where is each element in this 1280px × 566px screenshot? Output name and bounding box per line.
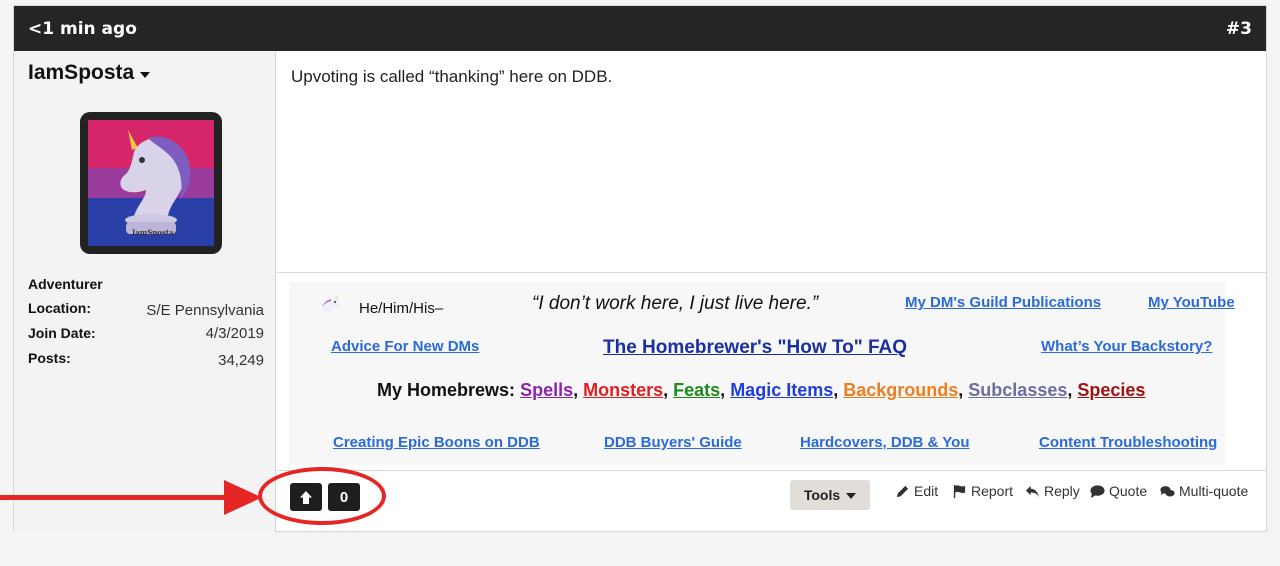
avatar-caption: IamSposta xyxy=(132,228,174,237)
link-backstory[interactable]: What’s Your Backstory? xyxy=(1041,338,1212,355)
homebrews-label: My Homebrews: xyxy=(377,380,516,400)
homebrew-link-spells[interactable]: Spells xyxy=(520,380,573,400)
unicorn-emoji-icon xyxy=(317,293,343,320)
link-dms-guild[interactable]: My DM's Guild Publications xyxy=(905,294,1101,311)
reply-icon xyxy=(1025,485,1040,497)
signature: He/Him/His– “I don’t work here, I just l… xyxy=(289,282,1235,465)
homebrews-line: My Homebrews: Spells, Monsters, Feats, M… xyxy=(377,380,1145,401)
stat-posts: Posts: 34,249 xyxy=(28,350,264,369)
homebrew-link-feats[interactable]: Feats xyxy=(673,380,720,400)
annotation-circle xyxy=(258,467,386,525)
stat-value: 34,249 xyxy=(218,352,264,369)
avatar[interactable]: IamSposta xyxy=(80,112,222,254)
post-header: <1 min ago #3 xyxy=(14,6,1266,51)
flag-icon xyxy=(953,484,966,498)
homebrew-link-subclasses[interactable]: Subclasses xyxy=(968,380,1067,400)
homebrew-separator: , xyxy=(720,380,731,400)
post-number[interactable]: #3 xyxy=(1226,19,1252,39)
link-homebrew-faq[interactable]: The Homebrewer's "How To" FAQ xyxy=(603,337,907,359)
link-epic-boons[interactable]: Creating Epic Boons on DDB xyxy=(333,434,540,451)
edit-label: Edit xyxy=(914,483,939,499)
stat-label: Join Date: xyxy=(28,325,96,341)
link-youtube[interactable]: My YouTube xyxy=(1148,294,1235,311)
homebrew-separator: , xyxy=(833,380,844,400)
speech-bubble-icon xyxy=(1090,484,1105,498)
username-menu[interactable]: IamSposta xyxy=(28,61,151,85)
stat-value: 4/3/2019 xyxy=(205,325,264,342)
link-advice-new-dms[interactable]: Advice For New DMs xyxy=(331,338,479,355)
stat-join-date: Join Date: 4/3/2019 xyxy=(28,325,264,342)
stat-location: Location: S/E Pennsylvania xyxy=(28,300,264,319)
homebrew-separator: , xyxy=(958,380,969,400)
homebrew-link-monsters[interactable]: Monsters xyxy=(583,380,663,400)
homebrew-link-backgrounds[interactable]: Backgrounds xyxy=(843,380,958,400)
multi-quote-action[interactable]: Multi-quote xyxy=(1160,483,1248,499)
username[interactable]: IamSposta xyxy=(28,61,134,85)
post-message: Upvoting is called “thanking” here on DD… xyxy=(277,51,1267,273)
homebrew-separator: , xyxy=(663,380,674,400)
pronouns: He/Him/His– xyxy=(359,300,444,317)
stat-value: S/E Pennsylvania xyxy=(146,302,264,319)
homebrew-separator: , xyxy=(1067,380,1078,400)
reply-action[interactable]: Reply xyxy=(1025,483,1080,499)
author-sidebar: IamSposta IamSposta Adventurer Location:… xyxy=(14,51,276,532)
reply-label: Reply xyxy=(1044,483,1080,499)
report-label: Report xyxy=(971,483,1014,499)
link-hardcovers[interactable]: Hardcovers, DDB & You xyxy=(800,434,970,451)
stat-label: Location: xyxy=(28,300,91,316)
speech-bubbles-icon xyxy=(1160,485,1175,496)
caret-down-icon xyxy=(846,493,857,499)
multi-quote-label: Multi-quote xyxy=(1179,483,1249,499)
tools-dropdown[interactable]: Tools xyxy=(790,480,870,510)
post-footer: 0 Tools Edit Report Reply Quote Multi-qu… xyxy=(277,470,1267,532)
forum-post: <1 min ago #3 IamSposta IamSposta Advent… xyxy=(13,5,1267,532)
quote-label: Quote xyxy=(1109,483,1148,499)
tools-label: Tools xyxy=(803,487,841,503)
homebrew-link-magic-items[interactable]: Magic Items xyxy=(730,380,833,400)
avatar-image: IamSposta xyxy=(88,120,214,246)
link-buyers-guide[interactable]: DDB Buyers' Guide xyxy=(604,434,742,451)
stat-label: Posts: xyxy=(28,350,71,366)
edit-action[interactable]: Edit xyxy=(895,483,938,499)
user-rank: Adventurer xyxy=(28,276,103,292)
homebrew-separator: , xyxy=(573,380,584,400)
report-action[interactable]: Report xyxy=(952,483,1013,499)
link-content-troubleshooting[interactable]: Content Troubleshooting xyxy=(1039,434,1217,451)
annotation-arrow xyxy=(0,480,262,515)
homebrew-link-species[interactable]: Species xyxy=(1077,380,1145,400)
post-content: Upvoting is called “thanking” here on DD… xyxy=(277,51,1267,511)
homebrew-links: Spells, Monsters, Feats, Magic Items, Ba… xyxy=(520,380,1145,400)
quote-action[interactable]: Quote xyxy=(1090,483,1147,499)
pencil-icon xyxy=(896,485,909,497)
signature-quote: “I don’t work here, I just live here.” xyxy=(532,293,819,314)
post-time[interactable]: <1 min ago xyxy=(28,19,137,39)
caret-down-icon[interactable] xyxy=(140,71,151,78)
